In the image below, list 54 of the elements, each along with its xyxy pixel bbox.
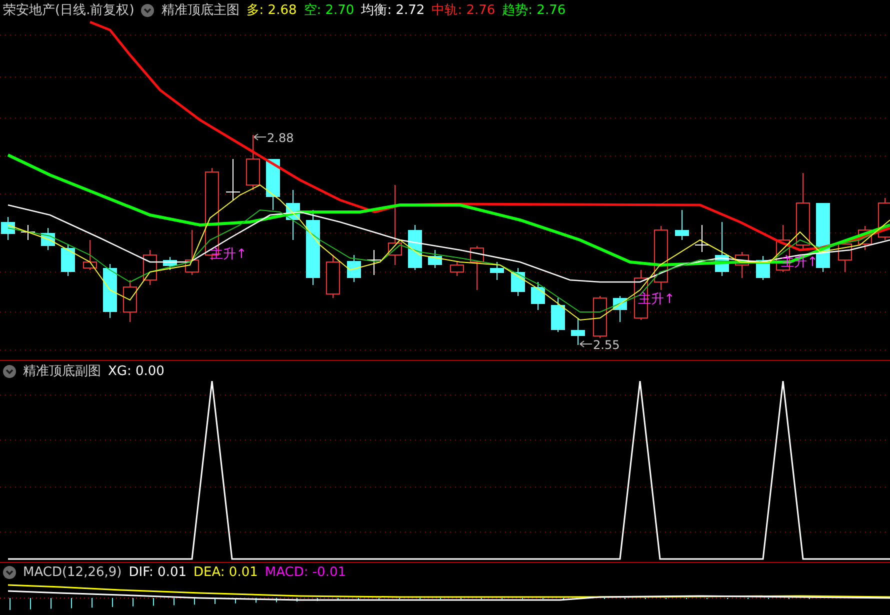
candlestick [286,190,300,240]
candlestick [694,224,710,252]
indicator-value: 中轨: 2.76 [432,2,496,19]
candlestick [511,268,525,296]
dropdown-icon[interactable] [141,4,154,16]
dropdown-icon[interactable] [3,566,16,578]
indicator-value: 空: 2.70 [304,2,354,19]
candlestick [428,250,442,268]
price-pointer-icon [580,340,592,348]
price-label: 2.55 [593,338,620,352]
candlestick [613,296,627,322]
candlestick [83,240,97,270]
candlestick [143,250,157,286]
indicator-value: DEA: 0.01 [194,564,258,580]
candlestick [816,202,830,272]
indicator-value: 均衡: 2.72 [361,2,425,19]
indicator-value: 趋势: 2.76 [502,2,566,19]
candlestick [531,282,545,310]
candlestick [41,228,55,250]
indicator-value: MACD: -0.01 [264,564,346,580]
indicator-value: XG: 0.00 [108,364,164,378]
candlestick [266,158,280,210]
candlestick [366,250,382,276]
chart-title: 荣安地产(日线.前复权) [3,2,134,19]
candlestick [571,318,585,346]
candlestick [715,222,729,276]
candlestick [551,298,565,332]
indicator-value: 多: 2.68 [246,2,297,19]
price-pointer-icon [254,134,266,140]
candlestick [326,254,340,298]
candlestick [858,226,872,250]
candlestick [123,280,137,322]
indicator-name: 精准顶底副图 [23,363,101,380]
candlestick [450,262,464,276]
candlestick [61,244,75,276]
candlestick [163,256,177,270]
candlestick [490,262,504,280]
candlestick [593,296,607,338]
indicator-name: MACD(12,26,9) [23,564,122,580]
candlestick [408,224,422,270]
candlestick [185,230,199,276]
indicator-value: DIF: 0.01 [128,564,187,580]
price-label: 2.88 [267,131,294,145]
candlestick [226,158,240,200]
candlestick [675,210,689,240]
candlestick [20,224,36,240]
candlestick [470,246,484,290]
candlestick [347,254,361,282]
candlestick [735,252,749,278]
candlestick [103,264,117,318]
indicator-name: 精准顶底主图 [161,2,240,19]
dropdown-icon[interactable] [3,364,16,378]
candlestick [246,134,260,190]
candlestick [1,216,15,240]
